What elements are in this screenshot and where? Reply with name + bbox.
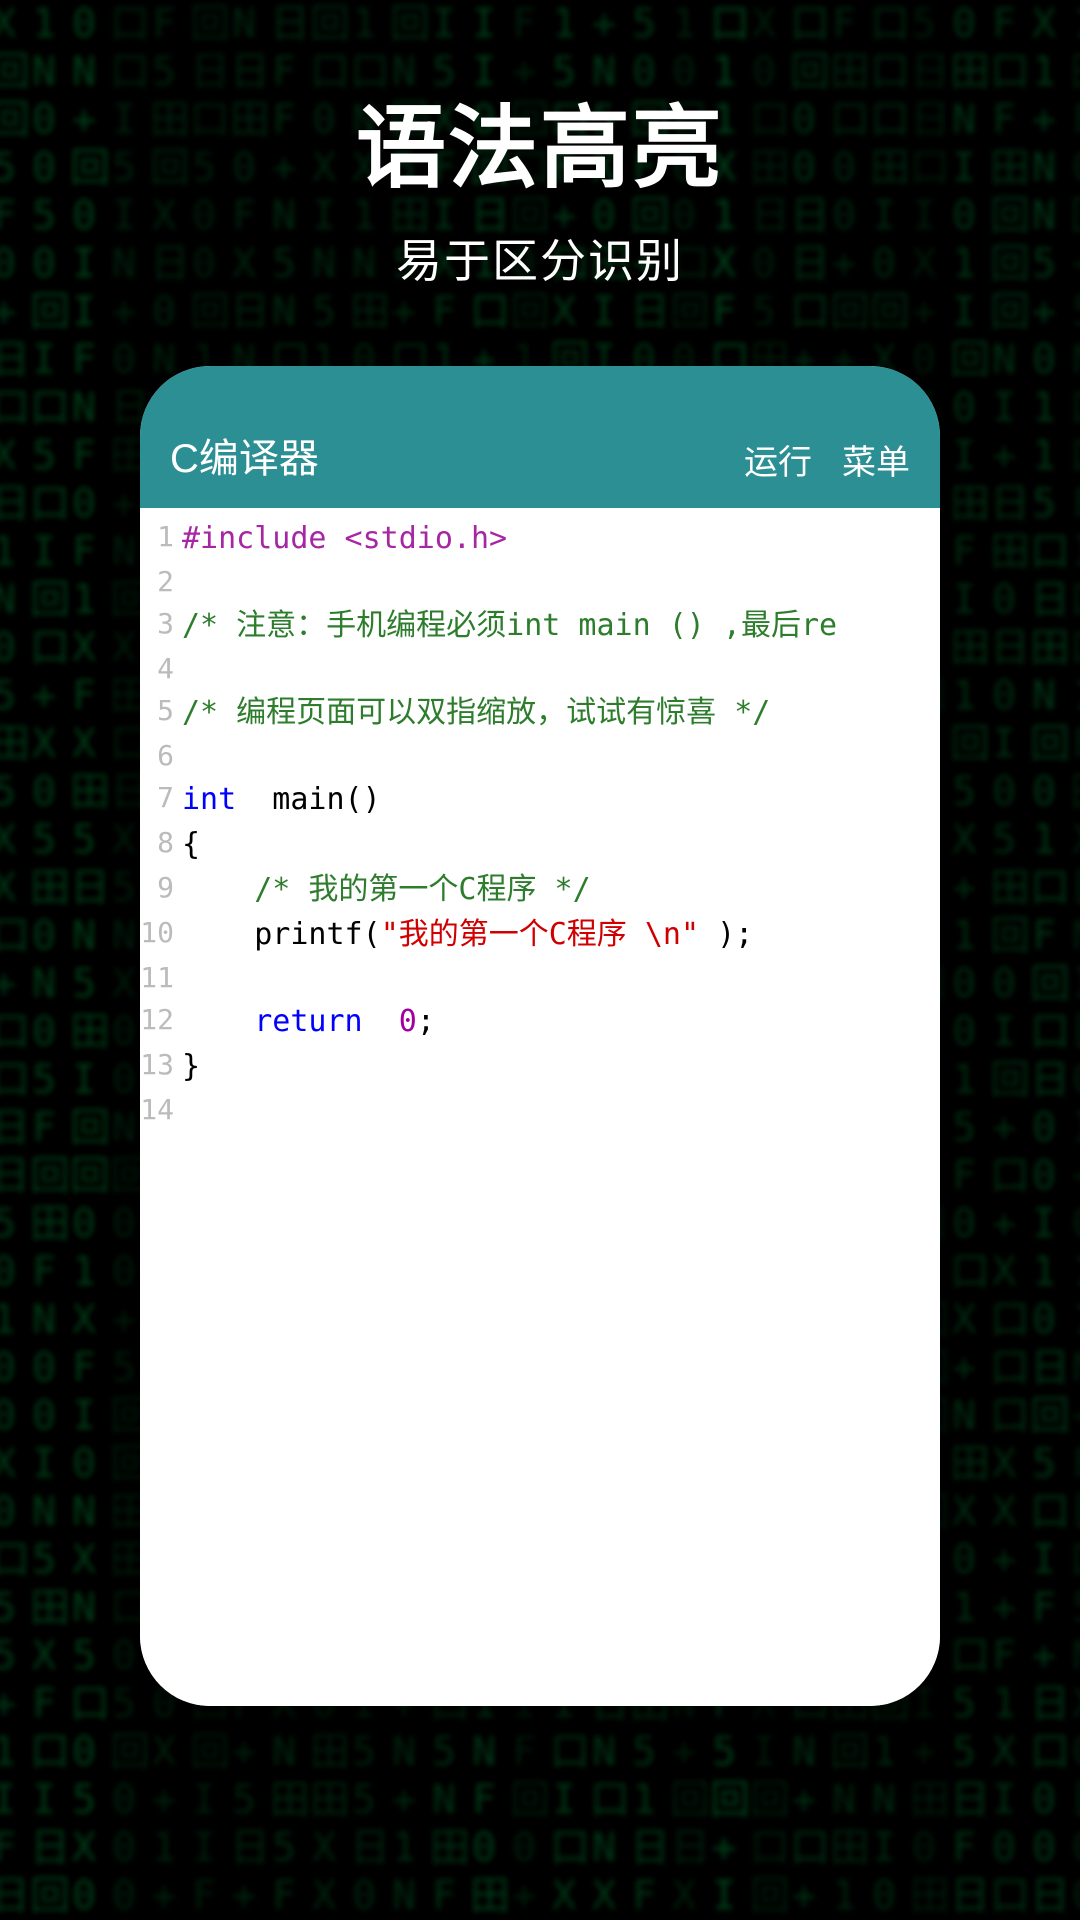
code-line: 10 printf("我的第一个C程序 \n" );: [140, 912, 940, 957]
code-line: 5/* 编程页面可以双指缩放，试试有惊喜 */: [140, 690, 940, 735]
code-line: 4: [140, 648, 940, 690]
line-number: 10: [140, 912, 182, 957]
code-line: 14: [140, 1089, 940, 1131]
menu-button[interactable]: 菜单: [842, 435, 910, 484]
line-number: 12: [140, 999, 182, 1044]
line-content: printf("我的第一个C程序 \n" );: [182, 912, 940, 957]
line-content: /* 注意：手机编程必须int main () ,最后re: [182, 603, 940, 648]
content-container: 语法高亮 易于区分识别 C编译器 运行 菜单 1#include <stdio.…: [0, 0, 1080, 1920]
line-content: }: [182, 1044, 940, 1089]
line-content: [182, 1089, 940, 1131]
line-number: 14: [140, 1089, 182, 1131]
line-number: 1: [140, 516, 182, 561]
line-content: /* 我的第一个C程序 */: [182, 867, 940, 912]
code-line: 3/* 注意：手机编程必须int main () ,最后re: [140, 603, 940, 648]
run-button[interactable]: 运行: [744, 435, 812, 484]
line-content: [182, 648, 940, 690]
code-line: 2: [140, 561, 940, 603]
line-number: 5: [140, 690, 182, 735]
code-line: 9 /* 我的第一个C程序 */: [140, 867, 940, 912]
code-line: 6: [140, 735, 940, 777]
line-number: 13: [140, 1044, 182, 1089]
code-line: 7int main(): [140, 777, 940, 822]
line-content: int main(): [182, 777, 940, 822]
line-number: 8: [140, 822, 182, 867]
page-title: 语法高亮: [356, 75, 724, 205]
line-number: 4: [140, 648, 182, 690]
code-line: 13}: [140, 1044, 940, 1089]
line-content: #include <stdio.h>: [182, 516, 940, 561]
line-number: 3: [140, 603, 182, 648]
line-content: return 0;: [182, 999, 940, 1044]
code-editor[interactable]: 1#include <stdio.h>23/* 注意：手机编程必须int mai…: [140, 508, 940, 1706]
line-content: [182, 561, 940, 603]
app-actions: 运行 菜单: [744, 435, 910, 484]
line-content: [182, 957, 940, 999]
line-content: [182, 735, 940, 777]
line-number: 9: [140, 867, 182, 912]
line-number: 2: [140, 561, 182, 603]
phone-card: C编译器 运行 菜单 1#include <stdio.h>23/* 注意：手机…: [140, 366, 940, 1706]
line-content: {: [182, 822, 940, 867]
line-content: /* 编程页面可以双指缩放，试试有惊喜 */: [182, 690, 940, 735]
line-number: 7: [140, 777, 182, 822]
line-number: 11: [140, 957, 182, 999]
code-line: 1#include <stdio.h>: [140, 516, 940, 561]
code-line: 11: [140, 957, 940, 999]
app-header: C编译器 运行 菜单: [140, 366, 940, 508]
app-title: C编译器: [170, 426, 319, 484]
line-number: 6: [140, 735, 182, 777]
code-line: 12 return 0;: [140, 999, 940, 1044]
code-line: 8{: [140, 822, 940, 867]
page-subtitle: 易于区分识别: [396, 225, 684, 291]
